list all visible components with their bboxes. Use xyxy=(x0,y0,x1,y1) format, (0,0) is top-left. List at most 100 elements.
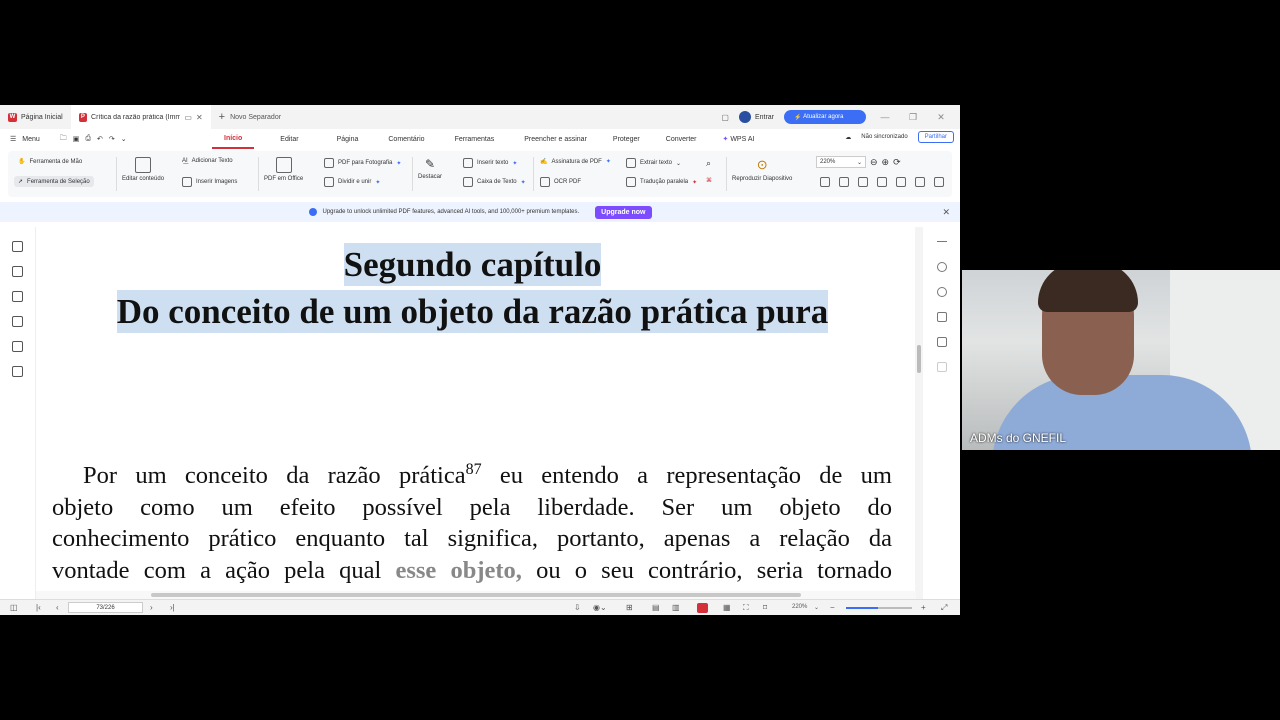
tab-comentario[interactable]: Comentário xyxy=(376,129,436,149)
vertical-scrollbar[interactable] xyxy=(915,227,923,599)
share-button[interactable]: Partilhar xyxy=(917,131,954,143)
open-folder-icon[interactable]: 🗀 xyxy=(60,134,67,145)
tab-screen-icon[interactable]: ▭ xyxy=(184,113,192,122)
comment-icon[interactable] xyxy=(12,291,23,302)
split-merge-button[interactable]: Dividir e unir ✦ xyxy=(324,177,380,187)
fullscreen-fit-icon[interactable]: ⛶ xyxy=(743,603,749,613)
next-page-icon[interactable]: › xyxy=(150,603,153,612)
hand-tool-button[interactable]: ✋ Ferramenta de Mão xyxy=(18,158,82,166)
rotate-icon[interactable]: ⟳ xyxy=(893,157,901,168)
footnote-marker[interactable]: 87 xyxy=(466,461,482,478)
zoom-select[interactable]: 220% ⌄ xyxy=(816,156,866,168)
search-icon[interactable] xyxy=(937,262,947,272)
duplicate-icon[interactable] xyxy=(896,177,906,187)
export-icon[interactable]: ⇩ xyxy=(574,603,581,612)
signature-panel-icon[interactable] xyxy=(12,341,23,352)
tab-preencher[interactable]: Preencher e assinar xyxy=(512,129,599,149)
close-icon[interactable]: ✕ xyxy=(942,207,950,218)
minimize-icon[interactable]: — xyxy=(876,112,894,122)
play-slideshow-button[interactable]: ⊙ Reproduzir Diapositivo xyxy=(732,157,792,182)
redo-icon[interactable]: ↷ xyxy=(109,135,115,143)
restore-icon[interactable]: ❐ xyxy=(904,112,922,123)
vertical-scroll-thumb[interactable] xyxy=(917,345,921,373)
pdf-signature-button[interactable]: ✍ Assinatura de PDF ✦ xyxy=(540,158,611,166)
page-number-input[interactable]: 73/226 xyxy=(68,602,143,613)
undo-icon[interactable]: ↶ xyxy=(97,135,103,143)
zoom-control[interactable]: 220% ⌄ ⊖ ⊕ ⟳ xyxy=(816,156,901,168)
crop-view-icon[interactable]: ⌑ xyxy=(763,603,767,612)
update-now-button[interactable]: ⚡ Atualizar agora xyxy=(784,110,866,124)
fit-width-icon[interactable] xyxy=(820,177,830,187)
text-box-button[interactable]: Caixa de Texto ✦ xyxy=(463,177,526,187)
upgrade-now-button[interactable]: Upgrade now xyxy=(595,205,652,219)
zoom-plus-icon[interactable]: + xyxy=(921,603,926,612)
insert-images-button[interactable]: Inserir Imagens xyxy=(182,177,237,187)
continuous-view-icon[interactable]: ▦ xyxy=(723,603,731,612)
attachment-icon[interactable] xyxy=(12,316,23,327)
tab-close-icon[interactable]: ✕ xyxy=(196,113,203,122)
print-icon[interactable]: ⎙ xyxy=(85,135,91,143)
copy-icon[interactable] xyxy=(877,177,887,187)
ocr-pdf-button[interactable]: OCR PDF xyxy=(540,177,581,187)
help-icon[interactable] xyxy=(937,287,947,297)
window-icon[interactable]: ▢ xyxy=(721,113,729,122)
extract-text-button[interactable]: Extrair texto ⌄ xyxy=(626,158,681,168)
chevron-down-icon[interactable]: ⌄ xyxy=(814,604,819,611)
horizontal-scroll-thumb[interactable] xyxy=(151,593,801,597)
tab-editar[interactable]: Editar xyxy=(268,129,310,149)
insert-text-button[interactable]: Inserir texto ✦ xyxy=(463,158,517,168)
thumbnails-icon[interactable] xyxy=(12,266,23,277)
bookmark-icon[interactable] xyxy=(12,241,23,252)
highlight-button[interactable]: ✎ Destacar xyxy=(418,157,442,180)
parallel-translation-button[interactable]: Tradução paralela ✦ xyxy=(626,177,697,187)
horizontal-scrollbar[interactable] xyxy=(36,591,916,599)
tab-wps-ai[interactable]: ✦ WPS AI xyxy=(711,129,767,149)
eye-icon[interactable]: ◉⌄ xyxy=(593,603,607,612)
layers-icon[interactable] xyxy=(12,366,23,377)
zoom-minus-icon[interactable]: − xyxy=(830,603,835,612)
two-page-icon[interactable] xyxy=(934,177,944,187)
menu-label[interactable]: Menu xyxy=(22,136,40,143)
status-zoom[interactable]: 220% xyxy=(792,604,807,610)
tab-pagina[interactable]: Página xyxy=(325,129,371,149)
new-tab-button[interactable]: + Novo Separador xyxy=(211,111,281,123)
add-text-button[interactable]: A͟I Adicionar Texto xyxy=(182,158,233,164)
pdf-to-office-button[interactable]: PDF em Office xyxy=(264,157,303,182)
single-page-icon[interactable] xyxy=(915,177,925,187)
sidebar-toggle-icon[interactable]: ◫ xyxy=(10,603,18,612)
tab-inicio[interactable]: Início xyxy=(212,129,255,149)
play-icon[interactable] xyxy=(697,603,708,613)
settings-sliders-icon[interactable] xyxy=(937,312,947,322)
search-button[interactable]: ⌕ xyxy=(706,158,711,169)
select-tool-button[interactable]: ➚ Ferramenta de Seleção xyxy=(14,176,94,187)
compress-button[interactable]: ⌘ xyxy=(706,177,712,184)
double-page-view-icon[interactable]: ▥ xyxy=(672,603,680,612)
grid-icon[interactable] xyxy=(937,362,947,372)
zoom-slider[interactable] xyxy=(846,607,912,609)
zoom-in-icon[interactable]: ⊕ xyxy=(882,157,890,168)
signin-button[interactable]: Entrar xyxy=(738,111,774,123)
prev-page-icon[interactable]: ‹ xyxy=(56,603,59,612)
pdf-to-photo-button[interactable]: PDF para Fotografia ✦ xyxy=(324,158,401,168)
save-icon[interactable]: ▣ xyxy=(73,135,80,143)
close-window-icon[interactable]: ✕ xyxy=(932,112,950,123)
tab-document[interactable]: P Crítica da razão prática (Immanuel K ▭… xyxy=(70,105,211,129)
book-icon[interactable] xyxy=(937,337,947,347)
last-page-icon[interactable]: ›| xyxy=(170,603,175,612)
single-page-view-icon[interactable]: ▤ xyxy=(652,603,660,612)
tab-converter[interactable]: Converter xyxy=(654,129,709,149)
hamburger-icon[interactable]: ☰ xyxy=(10,135,16,143)
expand-icon[interactable]: ⤢ xyxy=(941,603,947,613)
fit-icon[interactable]: ⊞ xyxy=(626,603,633,612)
tab-home[interactable]: W Página Inicial xyxy=(0,105,71,129)
edit-content-button[interactable]: Editar conteúdo xyxy=(122,157,164,182)
fit-page-icon[interactable] xyxy=(839,177,849,187)
tab-proteger[interactable]: Proteger xyxy=(601,129,652,149)
tab-ferramentas[interactable]: Ferramentas xyxy=(443,129,507,149)
chevron-down-icon[interactable]: ⌄ xyxy=(121,135,127,143)
document-page[interactable]: Segundo capítulo Do conceito de um objet… xyxy=(36,227,916,599)
first-page-icon[interactable]: |‹ xyxy=(36,603,41,612)
collapse-icon[interactable] xyxy=(937,241,947,242)
crop-icon[interactable] xyxy=(858,177,868,187)
zoom-out-icon[interactable]: ⊖ xyxy=(870,157,878,168)
